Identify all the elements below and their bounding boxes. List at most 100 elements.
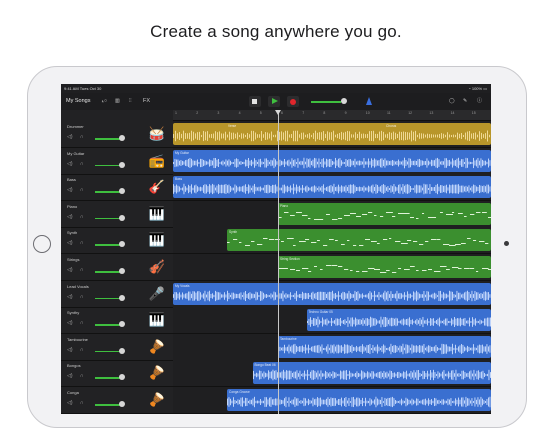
mute-icon[interactable]: ◁) [67,267,73,273]
track-volume-slider[interactable] [95,324,121,326]
track-row[interactable]: Drummer◁)∩🥁VerseChorus [61,121,491,148]
track-volume-knob[interactable] [119,215,125,221]
track-lane[interactable]: Conga Groove [173,387,491,413]
keyboard-icon[interactable]: ▥ [115,97,120,106]
track-row[interactable]: Bongos◁)∩🪘 Bongo Beat 06 [61,360,491,387]
play-button[interactable] [268,96,280,107]
tracks-view-icon[interactable]: ⫠○ [101,97,107,106]
mute-icon[interactable]: ◁) [67,161,73,167]
region[interactable]: My Vocals [173,283,491,305]
track-volume-knob[interactable] [119,374,125,380]
track-lane[interactable]: Bongo Beat 06 [173,360,491,386]
track-row[interactable]: Lead Vocals◁)∩🎤My Vocals [61,281,491,308]
headphones-solo-icon[interactable]: ∩ [80,347,84,353]
headphones-solo-icon[interactable]: ∩ [80,240,84,246]
my-songs-button[interactable]: My Songs [66,98,90,104]
track-lane[interactable]: My Vocals [173,281,491,307]
region[interactable]: Conga Groove [227,389,491,411]
region[interactable]: Bongo Beat 06 [253,362,492,384]
track-header[interactable]: My Guitar◁)∩📻 [61,148,173,174]
loop-icon[interactable]: ◯ [449,97,455,106]
track-header[interactable]: Synthy◁)∩🎹 [61,307,173,333]
headphones-solo-icon[interactable]: ∩ [80,214,84,220]
region[interactable]: My Guitar [173,150,491,172]
mute-icon[interactable]: ◁) [67,214,73,220]
settings-wrench-icon[interactable]: ✎ [463,97,467,106]
track-volume-slider[interactable] [95,138,121,140]
mute-icon[interactable]: ◁) [67,347,73,353]
track-lane[interactable]: Bass [173,174,491,200]
track-volume-knob[interactable] [119,162,125,168]
track-header[interactable]: Strings◁)∩🎻 [61,254,173,280]
metronome-icon[interactable] [366,97,372,105]
mute-icon[interactable]: ◁) [67,187,73,193]
headphones-solo-icon[interactable]: ∩ [80,134,84,140]
mute-icon[interactable]: ◁) [67,320,73,326]
track-volume-knob[interactable] [119,401,125,407]
headphones-solo-icon[interactable]: ∩ [80,267,84,273]
track-header[interactable]: Piano◁)∩🎹 [61,201,173,227]
mute-icon[interactable]: ◁) [67,294,73,300]
track-row[interactable]: Tambourine◁)∩🪘Tambourine [61,334,491,361]
region[interactable]: Bass [173,176,491,198]
track-lane[interactable]: Synth [173,227,491,253]
track-row[interactable]: My Guitar◁)∩📻My Guitar [61,148,491,175]
headphones-solo-icon[interactable]: ∩ [80,320,84,326]
mute-icon[interactable]: ◁) [67,400,73,406]
help-icon[interactable]: ⓘ [477,97,482,106]
mute-icon[interactable]: ◁) [67,134,73,140]
mute-icon[interactable]: ◁) [67,373,73,379]
headphones-solo-icon[interactable]: ∩ [80,400,84,406]
master-volume-track[interactable] [311,101,341,103]
track-lane[interactable]: Piano [173,201,491,227]
region[interactable]: Synth [227,229,491,251]
track-header[interactable]: Bongos◁)∩🪘 [61,360,173,386]
region[interactable] [173,123,491,145]
track-volume-slider[interactable] [95,271,121,273]
timeline-ruler[interactable]: 123456789101112131415 [173,110,491,121]
track-lane[interactable]: Tambourine [173,334,491,360]
track-lane[interactable]: VerseChorus [173,121,491,147]
region[interactable]: String Section [278,256,491,278]
track-volume-knob[interactable] [119,295,125,301]
track-volume-slider[interactable] [95,377,121,379]
track-lane[interactable]: My Guitar [173,148,491,174]
master-volume-knob[interactable] [341,98,347,104]
track-row[interactable]: Conga◁)∩🪘Conga Groove [61,387,491,414]
record-button[interactable] [287,96,299,107]
track-header[interactable]: Bass◁)∩🎸 [61,174,173,200]
track-volume-slider[interactable] [95,298,121,300]
mixer-icon[interactable]: ⫶⫶ [129,97,132,106]
track-lane[interactable]: Techno Guitar 05 [173,307,491,333]
track-volume-knob[interactable] [119,348,125,354]
track-volume-knob[interactable] [119,268,125,274]
track-row[interactable]: Piano◁)∩🎹Piano [61,201,491,228]
headphones-solo-icon[interactable]: ∩ [80,187,84,193]
track-header[interactable]: Conga◁)∩🪘 [61,387,173,413]
track-volume-knob[interactable] [119,188,125,194]
track-volume-slider[interactable] [95,351,121,353]
track-volume-slider[interactable] [95,404,121,406]
track-lane[interactable]: String Section [173,254,491,280]
track-volume-slider[interactable] [95,218,121,220]
region[interactable]: Techno Guitar 05 [307,309,491,331]
track-volume-knob[interactable] [119,135,125,141]
track-volume-slider[interactable] [95,165,121,167]
playhead[interactable] [278,110,279,414]
track-header[interactable]: Lead Vocals◁)∩🎤 [61,281,173,307]
track-volume-knob[interactable] [119,321,125,327]
track-row[interactable]: Bass◁)∩🎸Bass [61,174,491,201]
region[interactable]: Piano [278,203,491,225]
playhead-handle[interactable] [275,110,281,115]
track-header[interactable]: Synth◁)∩🎹 [61,227,173,253]
track-row[interactable]: Synth◁)∩🎹Synth [61,227,491,254]
track-row[interactable]: Strings◁)∩🎻String Section [61,254,491,281]
track-volume-slider[interactable] [95,191,121,193]
stop-button[interactable] [249,96,261,107]
headphones-solo-icon[interactable]: ∩ [80,161,84,167]
region[interactable]: Tambourine [278,336,491,358]
mute-icon[interactable]: ◁) [67,240,73,246]
track-header[interactable]: Tambourine◁)∩🪘 [61,334,173,360]
track-row[interactable]: Synthy◁)∩🎹Techno Guitar 05 [61,307,491,334]
track-volume-slider[interactable] [95,244,121,246]
